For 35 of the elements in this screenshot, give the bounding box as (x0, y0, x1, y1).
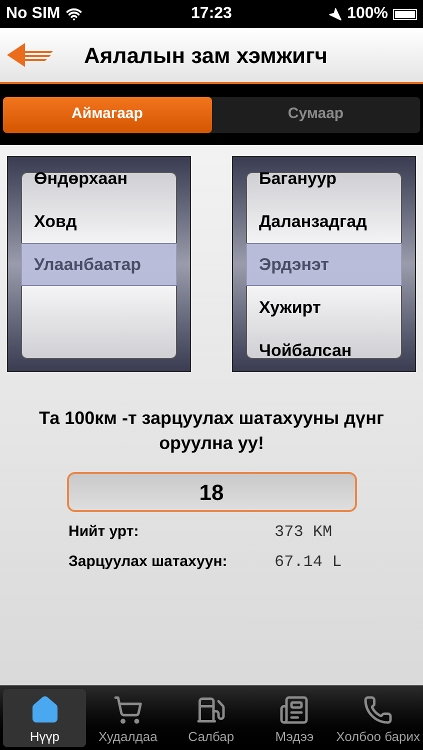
result-value: 67.14 L (274, 552, 342, 573)
picker-item[interactable]: Хужирт (259, 294, 321, 320)
picker-wheel[interactable]: Багануур Даланзадгад Эрдэнэт Хужирт Чойбалсан (232, 156, 416, 372)
back-arrow-icon (7, 41, 53, 69)
picker-item[interactable]: Улаанбаатар (34, 252, 142, 278)
picker-item[interactable]: Өндөрхаан (34, 166, 128, 192)
wifi-icon (66, 6, 82, 22)
fuel-icon (196, 694, 226, 724)
tab-bar-item[interactable]: Салбар (170, 689, 253, 747)
location-icon (328, 7, 342, 21)
picker-item[interactable]: Ховд (34, 208, 77, 234)
result-label: Нийт урт: (68, 522, 140, 542)
tab-bar-item[interactable]: Нүүр (3, 689, 86, 747)
fuel-prompt: Та 100км -т зарцуулах шатахууны дүнг оруулна уу! (38, 407, 385, 455)
home-icon (30, 694, 60, 724)
tab-bar-item[interactable]: Худалдаа (86, 689, 170, 747)
phone-icon (363, 694, 394, 724)
picker-item[interactable]: Эрдэнэт (259, 252, 329, 278)
result-label: Зарцуулах шатахуун: (68, 552, 228, 572)
picker-wheel[interactable]: Өндөрхаан Ховд Улаанбаатар (7, 156, 191, 372)
news-icon (279, 694, 310, 724)
tab-bar-item[interactable]: Мэдээ (252, 689, 336, 747)
cart-icon (112, 694, 143, 724)
battery-icon (392, 8, 417, 20)
clock-text: 17:23 (191, 4, 232, 24)
tab-bar-item[interactable]: Холбоо барих (336, 689, 420, 747)
fuel-input-field[interactable]: 18 (66, 472, 356, 512)
picker-item[interactable]: Даланзадгад (259, 208, 367, 234)
screen-title: Аялалын зам хэмжигч (84, 42, 328, 70)
picker-item[interactable]: Багануур (259, 166, 337, 192)
carrier-text: No SIM (6, 4, 60, 24)
result-value: 373 KM (274, 522, 332, 543)
battery-text: 100% (347, 4, 388, 24)
picker-item[interactable]: Чойбалсан (259, 338, 352, 364)
segment-tab[interactable]: Сумаар (212, 96, 420, 132)
